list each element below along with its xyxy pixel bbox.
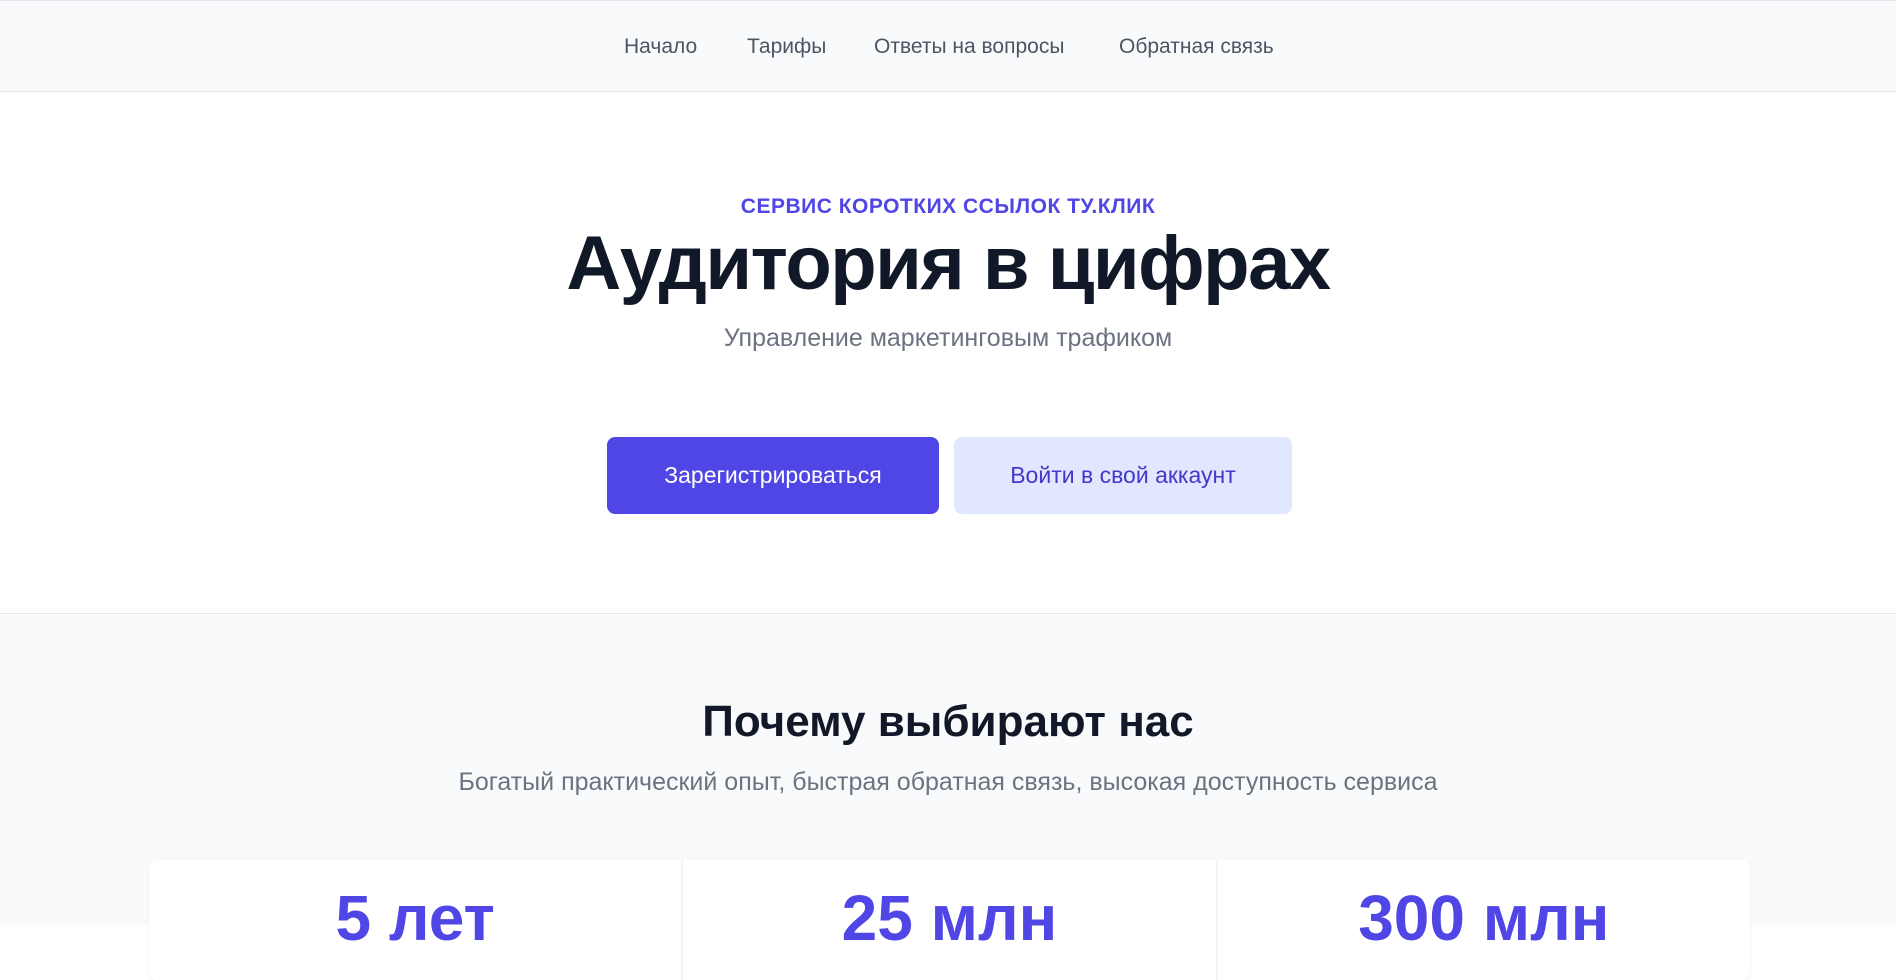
hero-subtitle: Управление маркетинговым трафиком	[723, 324, 1173, 352]
why-us-title: Почему выбирают нас	[702, 697, 1194, 746]
stat-users: 25 млн	[683, 860, 1218, 980]
login-button[interactable]: Войти в свой аккаунт	[954, 437, 1292, 514]
top-navigation: Начало Тарифы Ответы на вопросы Обратная…	[0, 0, 1896, 92]
hero-section: СЕРВИС КОРОТКИХ ССЫЛОК ТУ.КЛИК Аудитория…	[0, 92, 1896, 614]
hero-title: Аудитория в цифрах	[566, 221, 1331, 306]
nav-link-home[interactable]: Начало	[624, 34, 697, 60]
hero-eyebrow: СЕРВИС КОРОТКИХ ССЫЛОК ТУ.КЛИК	[740, 195, 1156, 218]
stat-clicks-value: 300 млн	[1358, 882, 1610, 954]
stat-years: 5 лет	[149, 860, 684, 980]
why-us-section: Почему выбирают нас Богатый практический…	[0, 614, 1896, 980]
stat-clicks: 300 млн	[1218, 860, 1750, 980]
nav-link-faq[interactable]: Ответы на вопросы	[874, 34, 1064, 60]
nav-link-feedback[interactable]: Обратная связь	[1119, 34, 1274, 60]
stats-card: 5 лет 25 млн 300 млн	[149, 860, 1750, 980]
register-button[interactable]: Зарегистрироваться	[607, 437, 939, 514]
stat-years-value: 5 лет	[335, 882, 495, 954]
nav-link-pricing[interactable]: Тарифы	[747, 34, 826, 60]
stat-users-value: 25 млн	[841, 882, 1058, 954]
why-us-subtitle: Богатый практический опыт, быстрая обрат…	[458, 768, 1438, 796]
